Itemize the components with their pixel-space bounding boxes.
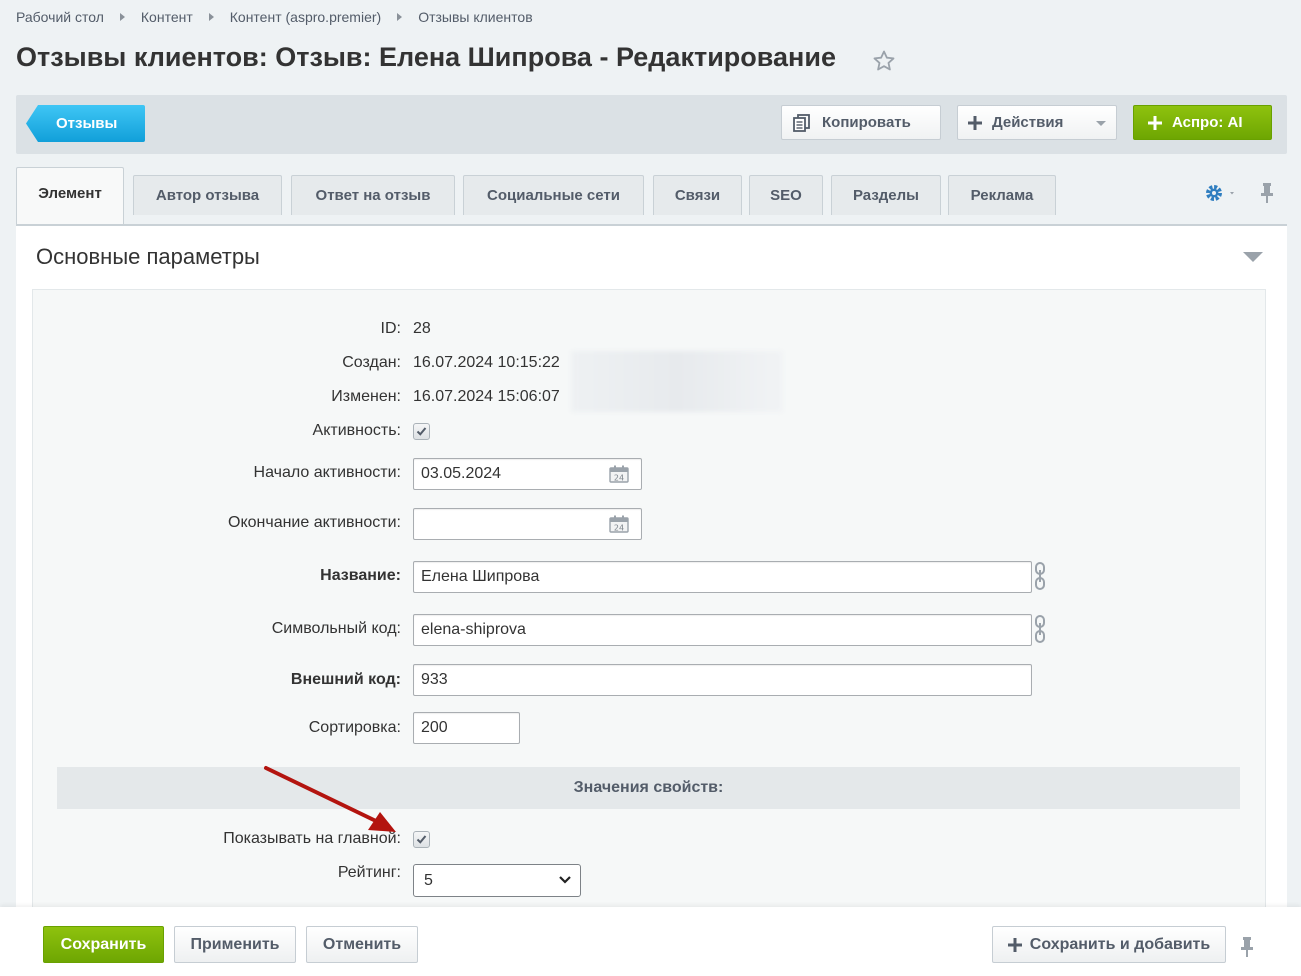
- actions-button-label: Действия: [992, 114, 1064, 131]
- checkmark-icon: [416, 835, 427, 844]
- rating-label: Рейтинг:: [337, 864, 401, 881]
- copy-icon: [793, 113, 810, 132]
- apply-button[interactable]: Применить: [174, 926, 296, 963]
- tab-review-reply[interactable]: Ответ на отзыв: [291, 175, 455, 215]
- chevron-down-icon: [1096, 121, 1106, 126]
- section-title: Основные параметры: [36, 244, 260, 269]
- xml-id-label: Внешний код:: [290, 671, 401, 688]
- save-and-add-button[interactable]: Сохранить и добавить: [992, 926, 1226, 963]
- properties-header: Значения свойств:: [57, 767, 1240, 809]
- sort-label: Сортировка:: [308, 719, 401, 736]
- code-value: elena-shiprova: [421, 621, 526, 638]
- created-value: 16.07.2024 10:15:22: [413, 354, 560, 371]
- link-chain-icon[interactable]: [1033, 562, 1047, 590]
- active-from-label: Начало активности:: [253, 464, 401, 481]
- chevron-right-icon: [397, 13, 403, 21]
- rating-value: 5: [424, 871, 433, 889]
- copy-button-label: Копировать: [822, 114, 911, 131]
- chevron-right-icon: [208, 13, 214, 21]
- cancel-button[interactable]: Отменить: [306, 926, 418, 963]
- aspro-ai-button-label: Аспро: AI: [1172, 114, 1243, 131]
- link-chain-icon[interactable]: [1033, 615, 1047, 643]
- save-button[interactable]: Сохранить: [43, 926, 164, 963]
- pin-icon[interactable]: [1240, 937, 1254, 957]
- rating-select[interactable]: 5: [413, 864, 581, 897]
- calendar-icon[interactable]: 24: [609, 515, 629, 533]
- breadcrumb-item-content[interactable]: Контент: [141, 9, 193, 25]
- active-from-input[interactable]: 03.05.2024 24: [413, 458, 642, 490]
- xml-id-input[interactable]: 933: [413, 664, 1032, 696]
- breadcrumb: Рабочий стол Контент Контент (aspro.prem…: [16, 9, 533, 25]
- sort-value: 200: [421, 719, 448, 736]
- back-button-label: Отзывы: [56, 115, 118, 132]
- xml-id-value: 933: [421, 671, 448, 688]
- copy-button[interactable]: Копировать: [781, 105, 941, 140]
- id-label: ID:: [380, 320, 401, 337]
- checkmark-icon: [416, 427, 427, 436]
- aspro-ai-button[interactable]: Аспро: AI: [1133, 105, 1272, 140]
- sort-input[interactable]: 200: [413, 712, 520, 744]
- pin-icon[interactable]: [1260, 183, 1274, 203]
- chevron-right-icon: [119, 13, 125, 21]
- name-value: Елена Шипрова: [421, 568, 540, 585]
- active-checkbox[interactable]: [413, 423, 430, 440]
- tab-review-author[interactable]: Автор отзыва: [133, 175, 282, 215]
- tab-sections[interactable]: Разделы: [831, 175, 941, 215]
- tab-advertising[interactable]: Реклама: [948, 175, 1056, 215]
- breadcrumb-item-reviews[interactable]: Отзывы клиентов: [418, 9, 532, 25]
- toolbar: Отзывы Копировать Действия Аспро: AI: [16, 95, 1287, 154]
- calendar-icon[interactable]: 24: [609, 465, 629, 483]
- chevron-down-icon: [559, 876, 571, 884]
- svg-text:24: 24: [614, 524, 624, 533]
- code-label: Символьный код:: [271, 620, 401, 637]
- plus-icon: [1007, 937, 1022, 952]
- show-main-checkbox[interactable]: [413, 831, 430, 848]
- breadcrumb-item-desktop[interactable]: Рабочий стол: [16, 9, 104, 25]
- svg-text:24: 24: [614, 474, 624, 483]
- plus-icon: [1148, 115, 1162, 130]
- save-and-add-label: Сохранить и добавить: [1029, 935, 1211, 953]
- active-label: Активность:: [312, 422, 401, 439]
- blurred-user-info: [571, 351, 783, 412]
- tab-links[interactable]: Связи: [653, 175, 742, 215]
- modified-value: 16.07.2024 15:06:07: [413, 388, 560, 405]
- back-to-reviews-button[interactable]: Отзывы: [26, 105, 145, 142]
- active-to-label: Окончание активности:: [228, 514, 401, 531]
- star-icon[interactable]: [872, 49, 896, 73]
- name-input[interactable]: Елена Шипрова: [413, 561, 1032, 593]
- page-title: Отзывы клиентов: Отзыв: Елена Шипрова - …: [16, 42, 836, 72]
- modified-label: Изменен:: [331, 388, 401, 405]
- active-from-value: 03.05.2024: [421, 465, 502, 482]
- active-to-input[interactable]: 24: [413, 508, 642, 540]
- actions-dropdown-button[interactable]: Действия: [957, 105, 1117, 140]
- footer-bar: Сохранить Применить Отменить Сохранить и…: [0, 907, 1301, 976]
- created-label: Создан:: [342, 354, 401, 371]
- name-label: Название:: [320, 567, 401, 584]
- tab-social-networks[interactable]: Социальные сети: [463, 175, 644, 215]
- tab-element[interactable]: Элемент: [16, 167, 124, 226]
- main-panel: Основные параметры ID: Создан: Изменен: …: [16, 224, 1287, 930]
- tab-seo[interactable]: SEO: [749, 175, 823, 215]
- code-input[interactable]: elena-shiprova: [413, 614, 1032, 646]
- plus-icon: [968, 115, 982, 130]
- id-value: 28: [413, 320, 431, 337]
- breadcrumb-item-content-aspro[interactable]: Контент (aspro.premier): [230, 9, 381, 25]
- gear-icon[interactable]: [1204, 183, 1240, 203]
- collapse-toggle-icon[interactable]: [1243, 252, 1263, 262]
- annotation-arrow-icon: [264, 766, 396, 832]
- form-area: ID: Создан: Изменен: Активность: Начало …: [32, 289, 1266, 930]
